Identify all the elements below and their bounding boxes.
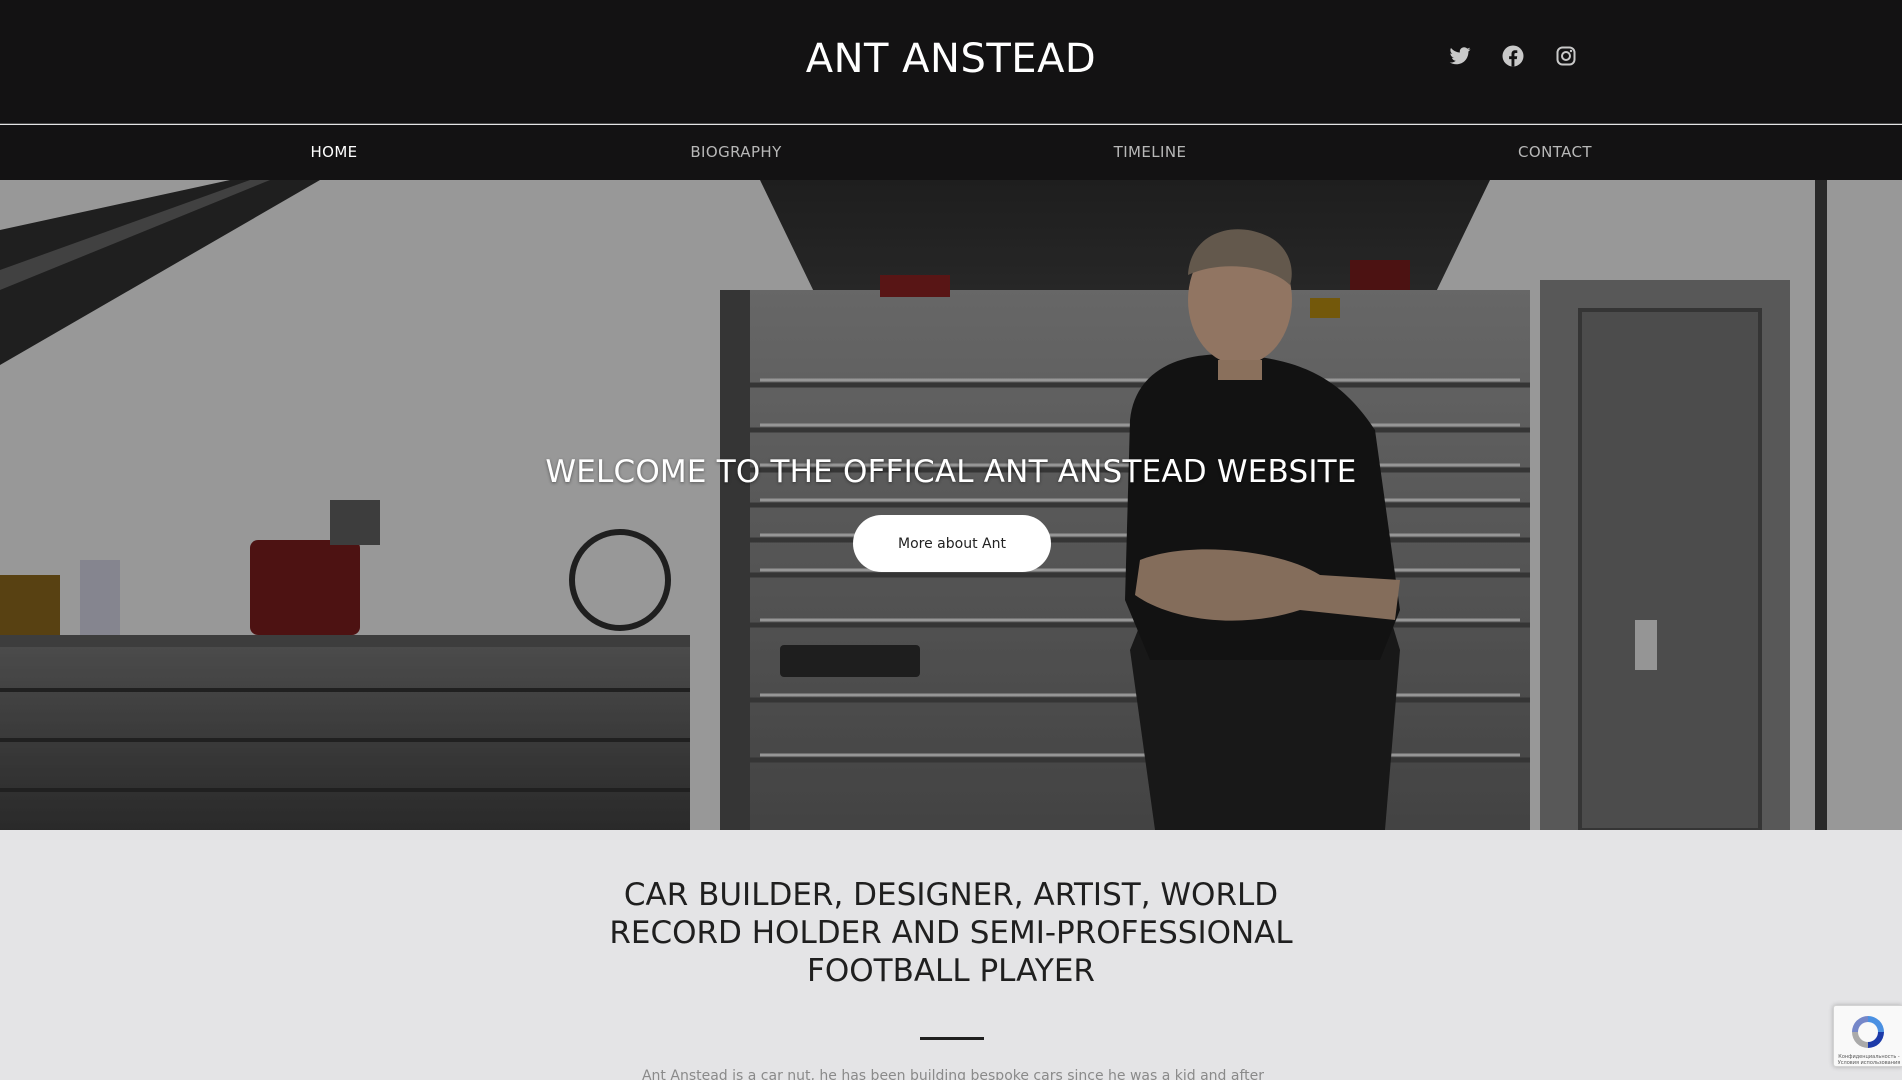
hero-title: WELCOME TO THE OFFICAL ANT ANSTEAD WEBSI…: [545, 454, 1357, 490]
social-links: [1448, 44, 1578, 68]
hero-overlay: [0, 180, 1902, 830]
recaptcha-icon: [1852, 1016, 1884, 1048]
about-text: Ant Anstead is a car nut, he has been bu…: [641, 1068, 1265, 1080]
recaptcha-badge[interactable]: Конфиденциальность - Условия использован…: [1833, 1005, 1902, 1067]
about-divider: [920, 1037, 984, 1040]
hero-section: WELCOME TO THE OFFICAL ANT ANSTEAD WEBSI…: [0, 180, 1902, 830]
about-heading: CAR BUILDER, DESIGNER, ARTIST, WORLD REC…: [609, 877, 1293, 989]
nav-item-home[interactable]: HOME: [310, 143, 357, 161]
main-nav: HOME BIOGRAPHY TIMELINE CONTACT: [0, 125, 1902, 180]
instagram-icon[interactable]: [1554, 44, 1578, 68]
nav-item-biography[interactable]: BIOGRAPHY: [690, 143, 781, 161]
recaptcha-text[interactable]: Конфиденциальность - Условия использован…: [1837, 1054, 1901, 1066]
facebook-icon[interactable]: [1501, 44, 1525, 68]
nav-item-timeline[interactable]: TIMELINE: [1114, 143, 1187, 161]
site-header: ANT ANSTEAD: [0, 0, 1902, 124]
about-section: CAR BUILDER, DESIGNER, ARTIST, WORLD REC…: [0, 830, 1902, 1080]
site-title[interactable]: ANT ANSTEAD: [0, 36, 1902, 82]
nav-item-contact[interactable]: CONTACT: [1518, 143, 1592, 161]
more-about-button[interactable]: More about Ant: [853, 515, 1051, 572]
twitter-icon[interactable]: [1448, 44, 1472, 68]
